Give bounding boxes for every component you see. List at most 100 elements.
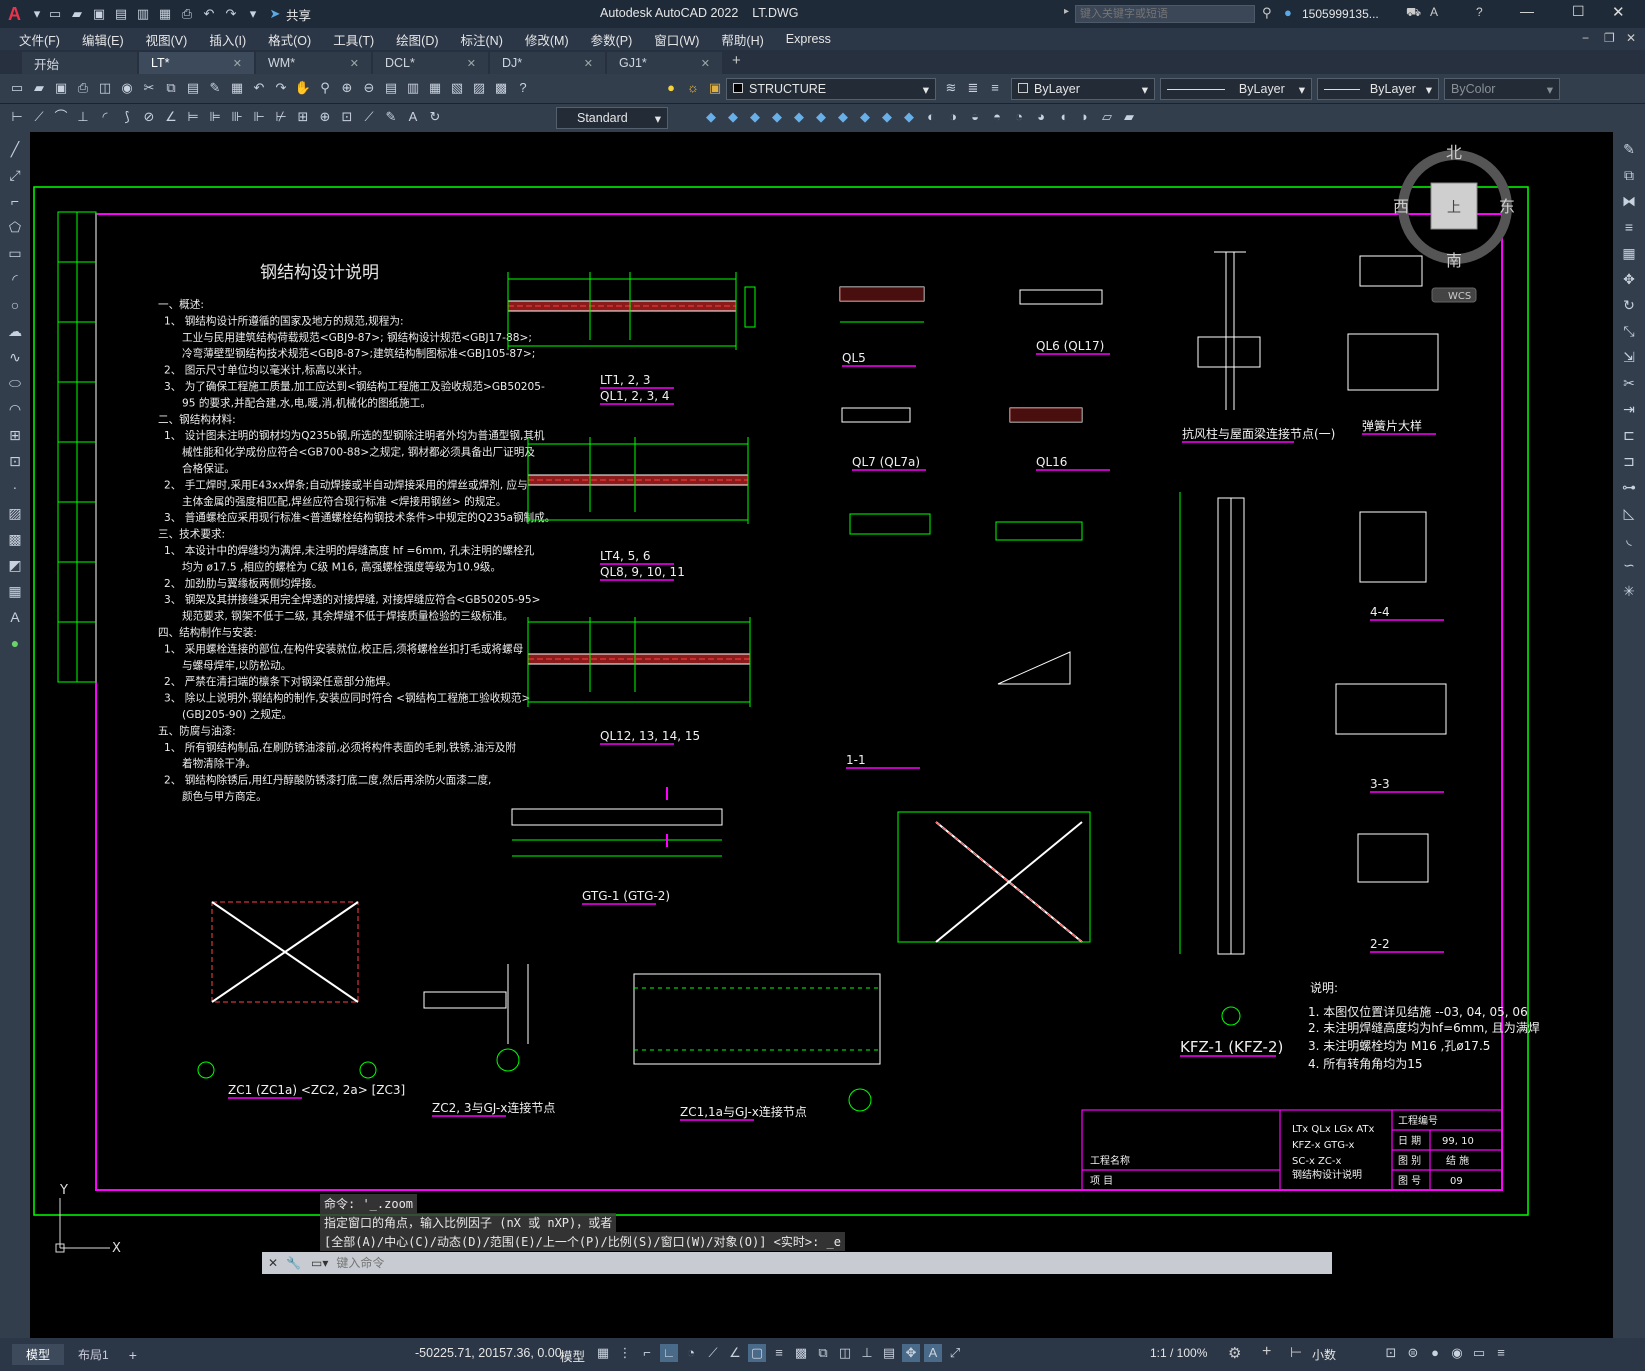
offset-icon[interactable]: ≡ — [1617, 216, 1641, 238]
tool-palette-icon[interactable]: ▦ — [426, 79, 444, 97]
app-menu-arrow-icon[interactable]: ▾ — [32, 5, 42, 23]
region-icon[interactable]: ◩ — [3, 554, 27, 576]
3d-osnap-icon[interactable]: ◫ — [836, 1344, 854, 1362]
revcloud-icon[interactable]: ☁ — [3, 320, 27, 342]
block-editor-icon[interactable]: ▦ — [228, 79, 246, 97]
polar-icon[interactable]: ◔ — [682, 1344, 700, 1362]
user-name[interactable]: 1505999135... — [1302, 7, 1379, 21]
web-icon[interactable]: ▥ — [134, 5, 152, 23]
autocad-logo-icon[interactable]: A — [8, 4, 30, 25]
center-mark-icon[interactable]: ⊕ — [316, 108, 334, 126]
graphics-performance-icon[interactable]: ◉ — [1448, 1344, 1466, 1362]
shade-icon[interactable]: ◐ — [922, 108, 940, 126]
open-file-icon[interactable]: ▰ — [30, 79, 48, 97]
gizmo-icon[interactable]: ✥ — [902, 1344, 920, 1362]
publish-icon[interactable]: ◉ — [118, 79, 136, 97]
matchprop-icon[interactable]: ✎ — [206, 79, 224, 97]
annotation-scale[interactable]: 1:1 / 100% — [1150, 1346, 1207, 1360]
break-point-icon[interactable]: ⊏ — [1617, 424, 1641, 446]
save-icon[interactable]: ▣ — [90, 5, 108, 23]
model-space-button[interactable]: 模型 — [560, 1346, 585, 1365]
join-icon[interactable]: ⊶ — [1617, 476, 1641, 498]
menu-view[interactable]: 视图(V) — [135, 30, 199, 49]
tab-dcl[interactable]: DCL* ✕ — [373, 52, 488, 74]
ellipse-icon[interactable]: ⬭ — [3, 372, 27, 394]
lineweight-toggle-icon[interactable]: ≡ — [770, 1344, 788, 1362]
print-icon[interactable]: ⎙ — [74, 79, 92, 97]
paste-icon[interactable]: ▤ — [184, 79, 202, 97]
fillet-icon[interactable]: ◟ — [1617, 528, 1641, 550]
dim-baseline-icon[interactable]: ⊫ — [206, 108, 224, 126]
make-current-icon[interactable]: ≣ — [964, 79, 982, 97]
view-sw-icon[interactable]: ◆ — [834, 108, 852, 126]
viewcube-south[interactable]: 南 — [1446, 251, 1462, 270]
inspection-icon[interactable]: ⊡ — [338, 108, 356, 126]
viewcube[interactable]: 上 北 南 东 西 WCS — [1393, 143, 1515, 303]
minimize-icon[interactable]: — — [1520, 3, 1534, 19]
save-file-icon[interactable]: ▣ — [52, 79, 70, 97]
hatch-icon[interactable]: ▨ — [3, 502, 27, 524]
dim-arc-icon[interactable]: ⌒ — [52, 108, 70, 126]
linetype-combo[interactable]: ByLayer ▾ — [1160, 78, 1312, 100]
chamfer-icon[interactable]: ◺ — [1617, 502, 1641, 524]
zoom-realtime-icon[interactable]: ⚲ — [316, 79, 334, 97]
doc-close-icon[interactable]: ✕ — [1626, 31, 1636, 45]
dynamic-ucs-icon[interactable]: ⊥ — [858, 1344, 876, 1362]
isolate-icon[interactable]: ● — [1426, 1344, 1444, 1362]
zoom-previous-icon[interactable]: ⊖ — [360, 79, 378, 97]
units-value[interactable]: 小数 — [1312, 1346, 1336, 1363]
redo-tool-icon[interactable]: ↷ — [272, 79, 290, 97]
add-layout-icon[interactable]: + — [123, 1345, 143, 1365]
layout-tab-layout1[interactable]: 布局1 — [64, 1344, 123, 1365]
dimstyle-combo[interactable]: Standard ▾ — [556, 107, 668, 129]
clean-screen-icon[interactable]: ▭ — [1470, 1344, 1488, 1362]
view-right-icon[interactable]: ◆ — [768, 108, 786, 126]
render-icon[interactable]: ◑ — [944, 108, 962, 126]
rectangle-icon[interactable]: ▭ — [3, 242, 27, 264]
menu-format[interactable]: 格式(O) — [257, 30, 322, 49]
copy-icon[interactable]: ⧉ — [162, 79, 180, 97]
layer-previous-icon[interactable]: ≡ — [986, 79, 1004, 97]
annotation-visibility-icon[interactable]: A — [924, 1344, 942, 1362]
layout-tab-model[interactable]: 模型 — [12, 1344, 65, 1365]
properties-icon[interactable]: ▤ — [382, 79, 400, 97]
add-selected-icon[interactable]: ● — [3, 632, 27, 654]
menu-edit[interactable]: 编辑(E) — [71, 30, 135, 49]
view-bottom-icon[interactable]: ◆ — [812, 108, 830, 126]
dim-linear-icon[interactable]: ⊢ — [8, 108, 26, 126]
cart-icon[interactable]: ⛟ — [1406, 5, 1421, 21]
explode-icon[interactable]: ✳ — [1617, 580, 1641, 602]
tab-close-icon[interactable]: ✕ — [701, 57, 710, 70]
break-icon[interactable]: ⊐ — [1617, 450, 1641, 472]
ellipse-arc-icon[interactable]: ◠ — [3, 398, 27, 420]
zoom-window-icon[interactable]: ⊕ — [338, 79, 356, 97]
workspace-gear-icon[interactable]: ⚙ — [1228, 1344, 1241, 1362]
lock-ui-icon[interactable]: ⊜ — [1404, 1344, 1422, 1362]
qat-dropdown-icon[interactable]: ▾ — [244, 5, 262, 23]
view-back-icon[interactable]: ◆ — [724, 108, 742, 126]
construction-line-icon[interactable]: ⤢ — [3, 164, 27, 186]
help-tool-icon[interactable]: ? — [514, 79, 532, 97]
lock-icon[interactable]: ▣ — [706, 79, 724, 97]
osnap-tracking-icon[interactable]: ∠ — [726, 1344, 744, 1362]
scale-icon[interactable]: ⤡ — [1617, 320, 1641, 342]
quick-properties-icon[interactable]: ⊡ — [1382, 1344, 1400, 1362]
light-bulb-icon[interactable]: ● — [662, 79, 680, 97]
ortho-icon[interactable]: ∟ — [660, 1344, 678, 1362]
arc-icon[interactable]: ◜ — [3, 268, 27, 290]
tab-lt[interactable]: LT* ✕ — [139, 52, 254, 74]
viewcube-west[interactable]: 西 — [1393, 197, 1409, 216]
mirror-icon[interactable]: ⧓ — [1617, 190, 1641, 212]
search-input[interactable] — [1075, 5, 1255, 23]
maximize-icon[interactable]: ☐ — [1572, 3, 1585, 20]
viewcube-top-label[interactable]: 上 — [1447, 200, 1461, 216]
menu-help[interactable]: 帮助(H) — [710, 30, 774, 49]
drawing-canvas[interactable]: 钢结构设计说明 一、概述: 1、 钢结构设计所遵循的国家及地方的规范,规程为: 工业… — [30, 132, 1613, 1338]
ucs-origin-icon[interactable]: ▰ — [1120, 108, 1138, 126]
menu-file[interactable]: 文件(F) — [8, 30, 71, 49]
pan-icon[interactable]: ✋ — [294, 79, 312, 97]
grid-icon[interactable]: ▦ — [594, 1344, 612, 1362]
annotation-monitor-icon[interactable]: + — [1262, 1343, 1271, 1361]
erase-icon[interactable]: ✎ — [1617, 138, 1641, 160]
transparency-icon[interactable]: ▩ — [792, 1344, 810, 1362]
